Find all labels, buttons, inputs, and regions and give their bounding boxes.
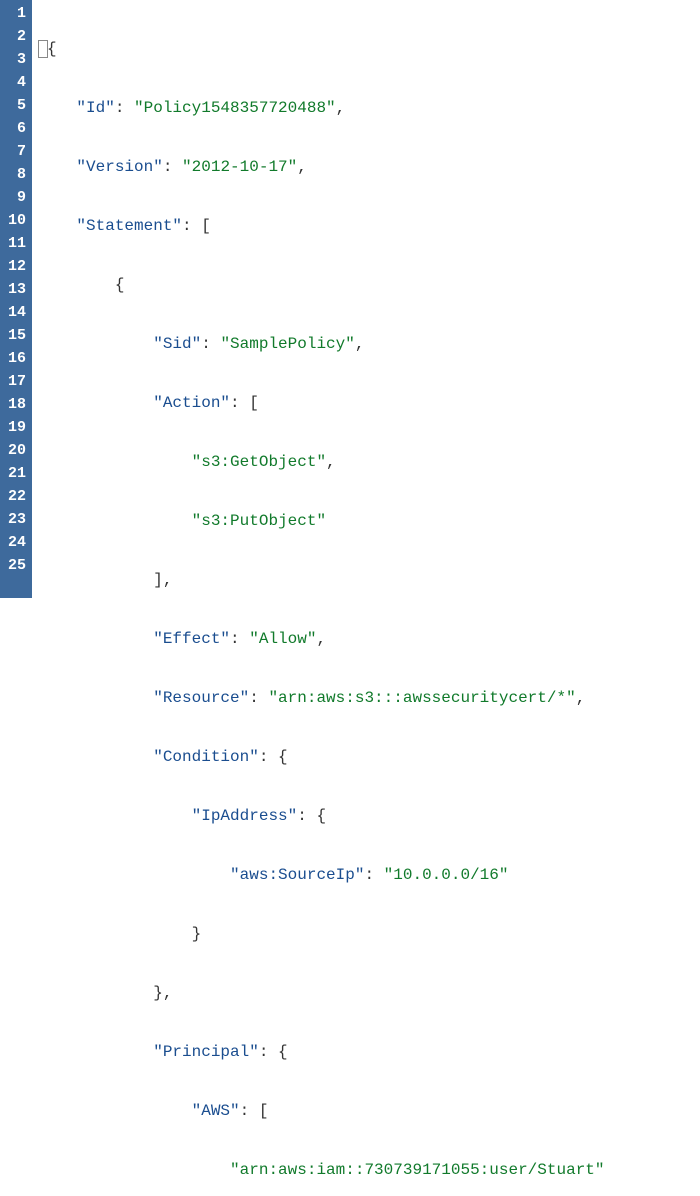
- code-line: "s3:PutObject": [38, 510, 700, 533]
- line-number: 23: [4, 508, 26, 531]
- brace: }: [38, 925, 201, 943]
- code-line: "Condition": {: [38, 746, 700, 769]
- line-number: 18: [4, 393, 26, 416]
- punct: ,: [576, 689, 586, 707]
- line-number: 8: [4, 163, 26, 186]
- json-key: "Version": [38, 158, 163, 176]
- json-string: "arn:aws:iam::730739171055:user/Stuart": [38, 1161, 605, 1179]
- punct: ,: [355, 335, 365, 353]
- json-key: "aws:SourceIp": [38, 866, 364, 884]
- json-key: "Effect": [38, 630, 230, 648]
- json-string: "s3:PutObject": [38, 512, 326, 530]
- line-number-gutter: 1 2 3 4 5 6 7 8 9 10 11 12 13 14 15 16 1…: [0, 0, 32, 598]
- code-line: "Principal": {: [38, 1041, 700, 1064]
- punct: :: [201, 335, 220, 353]
- punct: :: [230, 630, 249, 648]
- brace: {: [38, 276, 124, 294]
- json-key: "Statement": [38, 217, 182, 235]
- json-string: "2012-10-17": [182, 158, 297, 176]
- json-key: "AWS": [38, 1102, 240, 1120]
- punct: ,: [336, 99, 346, 117]
- json-key: "Principal": [38, 1043, 259, 1061]
- json-string: "10.0.0.0/16": [384, 866, 509, 884]
- code-line: ],: [38, 569, 700, 592]
- code-area[interactable]: { "Id": "Policy1548357720488", "Version"…: [32, 0, 700, 598]
- line-number: 21: [4, 462, 26, 485]
- line-number: 11: [4, 232, 26, 255]
- json-key: "Sid": [38, 335, 201, 353]
- code-line: }: [38, 923, 700, 946]
- json-string: "Allow": [249, 630, 316, 648]
- line-number: 9: [4, 186, 26, 209]
- punct: : [: [240, 1102, 269, 1120]
- line-number: 13: [4, 278, 26, 301]
- json-key: "Condition": [38, 748, 259, 766]
- json-string: "Policy1548357720488": [134, 99, 336, 117]
- punct: : [: [230, 394, 259, 412]
- json-key: "IpAddress": [38, 807, 297, 825]
- brace: {: [47, 40, 57, 58]
- json-key: "Action": [38, 394, 230, 412]
- line-number: 19: [4, 416, 26, 439]
- line-number: 5: [4, 94, 26, 117]
- line-number: 12: [4, 255, 26, 278]
- punct: :: [163, 158, 182, 176]
- line-number: 7: [4, 140, 26, 163]
- line-number: 17: [4, 370, 26, 393]
- line-number: 25: [4, 554, 26, 577]
- line-number: 4: [4, 71, 26, 94]
- code-line: "Version": "2012-10-17",: [38, 156, 700, 179]
- punct: : {: [259, 1043, 288, 1061]
- code-line: "IpAddress": {: [38, 805, 700, 828]
- json-string: "arn:aws:s3:::awssecuritycert/*": [268, 689, 575, 707]
- code-line: "Statement": [: [38, 215, 700, 238]
- code-line: "Id": "Policy1548357720488",: [38, 97, 700, 120]
- json-string: "SamplePolicy": [220, 335, 354, 353]
- line-number: 24: [4, 531, 26, 554]
- code-line: "arn:aws:iam::730739171055:user/Stuart": [38, 1159, 700, 1182]
- code-editor: 1 2 3 4 5 6 7 8 9 10 11 12 13 14 15 16 1…: [0, 0, 700, 598]
- line-number: 2: [4, 25, 26, 48]
- line-number: 16: [4, 347, 26, 370]
- punct: ,: [326, 453, 336, 471]
- code-line: "s3:GetObject",: [38, 451, 700, 474]
- code-line: {: [38, 38, 700, 61]
- punct: :: [364, 866, 383, 884]
- line-number: 10: [4, 209, 26, 232]
- line-number: 14: [4, 301, 26, 324]
- punct: : {: [297, 807, 326, 825]
- code-line: "Resource": "arn:aws:s3:::awssecuritycer…: [38, 687, 700, 710]
- punct: ,: [297, 158, 307, 176]
- punct: :: [115, 99, 134, 117]
- code-line: "AWS": [: [38, 1100, 700, 1123]
- line-number: 22: [4, 485, 26, 508]
- punct: ,: [316, 630, 326, 648]
- json-key: "Resource": [38, 689, 249, 707]
- punct: : [: [182, 217, 211, 235]
- punct: :: [249, 689, 268, 707]
- code-line: {: [38, 274, 700, 297]
- line-number: 15: [4, 324, 26, 347]
- code-line: "Effect": "Allow",: [38, 628, 700, 651]
- line-number: 20: [4, 439, 26, 462]
- code-line: "aws:SourceIp": "10.0.0.0/16": [38, 864, 700, 887]
- punct: },: [38, 984, 172, 1002]
- code-line: },: [38, 982, 700, 1005]
- json-string: "s3:GetObject": [38, 453, 326, 471]
- line-number: 3: [4, 48, 26, 71]
- punct: ],: [38, 571, 172, 589]
- line-number: 1: [4, 2, 26, 25]
- code-line: "Action": [: [38, 392, 700, 415]
- json-key: "Id": [38, 99, 115, 117]
- line-number: 6: [4, 117, 26, 140]
- punct: : {: [259, 748, 288, 766]
- code-line: "Sid": "SamplePolicy",: [38, 333, 700, 356]
